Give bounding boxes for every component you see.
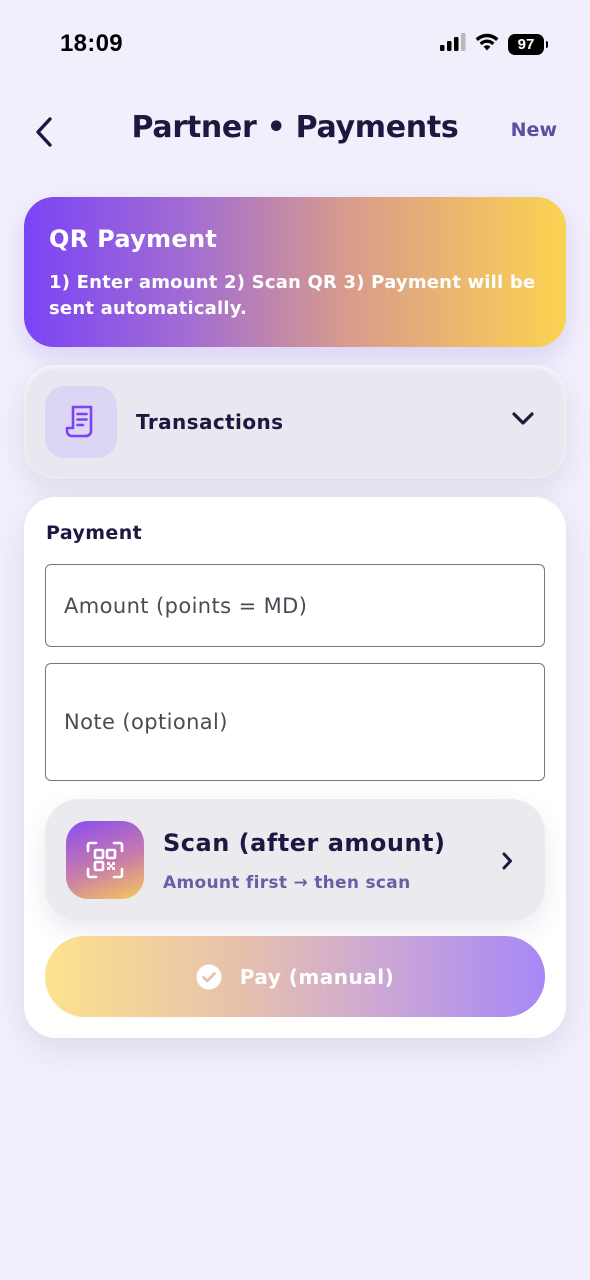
new-button[interactable]: New (511, 119, 557, 141)
scan-subtitle: Amount first → then scan (163, 873, 411, 893)
pay-button-label: Pay (manual) (239, 964, 395, 989)
note-input[interactable] (45, 663, 545, 781)
status-bar: 18:09 97 (0, 0, 590, 90)
banner-title: QR Payment (49, 225, 218, 253)
banner-instructions: 1) Enter amount 2) Scan QR 3) Payment wi… (49, 272, 536, 319)
chevron-right-icon (502, 852, 512, 870)
wifi-icon (475, 33, 499, 55)
pay-manual-button[interactable]: Pay (manual) (45, 936, 545, 1017)
signal-icon (440, 33, 466, 55)
app-screen: 18:09 97 Partner • Payments New QR Payme… (0, 0, 590, 1280)
amount-input[interactable] (45, 564, 545, 647)
status-icons: 97 (440, 33, 548, 55)
status-time: 18:09 (60, 30, 123, 57)
check-circle-icon (196, 964, 222, 989)
scan-qr-button[interactable]: Scan (after amount) Amount first → then … (45, 799, 545, 921)
battery-indicator: 97 (508, 33, 548, 55)
transactions-label: Transactions (136, 410, 284, 434)
chevron-down-icon (512, 412, 534, 425)
transactions-dropdown[interactable]: Transactions (24, 365, 566, 479)
receipt-icon (45, 386, 117, 458)
scan-title: Scan (after amount) (163, 829, 446, 857)
nav-header: Partner • Payments New (0, 100, 590, 162)
page-title: Partner • Payments (131, 110, 459, 145)
payment-card: Payment Scan (24, 497, 566, 1038)
qr-payment-banner: QR Payment 1) Enter amount 2) Scan QR 3)… (24, 197, 566, 347)
payment-heading: Payment (46, 522, 143, 544)
qr-code-icon (66, 821, 144, 899)
